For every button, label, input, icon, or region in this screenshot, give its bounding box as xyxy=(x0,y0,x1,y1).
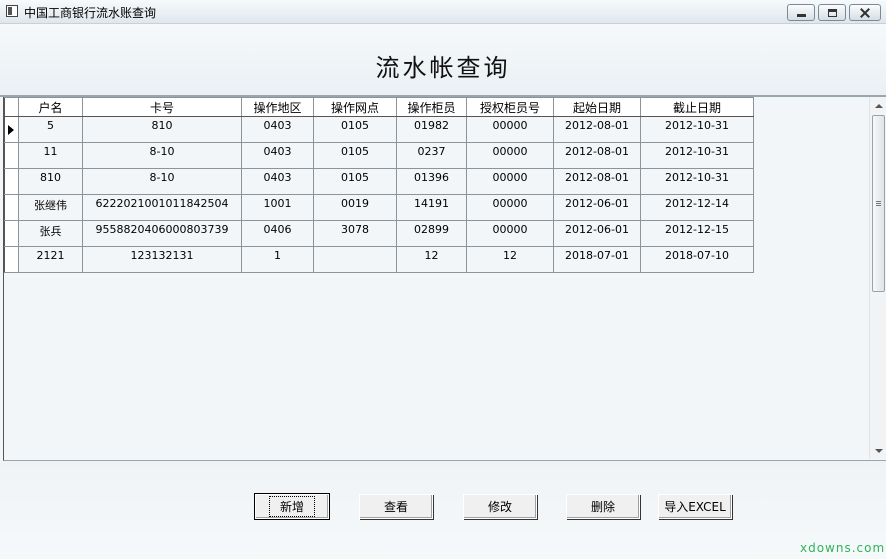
table-cell[interactable]: 810 xyxy=(18,168,83,195)
table-cell[interactable] xyxy=(313,246,397,273)
table-cell[interactable]: 2012-10-31 xyxy=(640,168,754,195)
close-button[interactable] xyxy=(849,4,881,21)
table-cell[interactable]: 00000 xyxy=(466,220,554,247)
table-cell[interactable]: 0406 xyxy=(241,220,314,247)
view-button[interactable]: 查看 xyxy=(359,494,433,519)
close-icon xyxy=(860,8,870,18)
table-cell[interactable]: 0105 xyxy=(313,168,397,195)
table-cell[interactable]: 00000 xyxy=(466,142,554,169)
table-cell[interactable]: 810 xyxy=(82,116,242,143)
maximize-button[interactable] xyxy=(818,4,846,21)
table-cell[interactable]: 9558820406000803739 xyxy=(82,220,242,247)
table-header-row: 户名 卡号 操作地区 操作网点 操作柜员 授权柜员号 起始日期 截止日期 xyxy=(4,97,754,117)
header-panel: 流水帐查询 xyxy=(0,24,886,97)
table-row[interactable]: 2121 123132131 1 12 12 2018-07-01 2018-0… xyxy=(4,246,754,273)
maximize-icon xyxy=(827,8,837,17)
edit-button[interactable]: 修改 xyxy=(463,494,537,519)
table-cell[interactable]: 02899 xyxy=(396,220,467,247)
table-cell[interactable]: 1 xyxy=(241,246,314,273)
import-excel-button[interactable]: 导入EXCEL xyxy=(658,494,732,519)
table-row[interactable]: 810 8-10 0403 0105 01396 00000 2012-08-0… xyxy=(4,168,754,195)
table-cell[interactable]: 5 xyxy=(18,116,83,143)
table-cell[interactable]: 2012-06-01 xyxy=(553,220,641,247)
table-cell[interactable]: 2012-12-14 xyxy=(640,194,754,221)
table-cell[interactable]: 张继伟 xyxy=(18,194,83,221)
column-header[interactable]: 截止日期 xyxy=(640,97,754,117)
add-button-label: 新增 xyxy=(268,496,315,517)
table-cell[interactable]: 2018-07-10 xyxy=(640,246,754,273)
row-selector[interactable] xyxy=(4,220,19,247)
add-button[interactable]: 新增 xyxy=(254,493,330,520)
button-panel: 新增 查看 修改 删除 导入EXCEL xdowns.com xyxy=(0,461,886,559)
table-cell[interactable]: 00000 xyxy=(466,194,554,221)
table-cell[interactable]: 12 xyxy=(466,246,554,273)
table-cell[interactable]: 2012-08-01 xyxy=(553,168,641,195)
table-cell[interactable]: 8-10 xyxy=(82,168,242,195)
app-icon xyxy=(6,5,18,17)
table-cell[interactable]: 0403 xyxy=(241,168,314,195)
table-cell[interactable]: 00000 xyxy=(466,116,554,143)
table-cell[interactable]: 张兵 xyxy=(18,220,83,247)
row-selector[interactable] xyxy=(4,116,19,143)
records-table: 户名 卡号 操作地区 操作网点 操作柜员 授权柜员号 起始日期 截止日期 5 8… xyxy=(4,97,754,273)
table-cell[interactable]: 0403 xyxy=(241,116,314,143)
table-cell[interactable]: 8-10 xyxy=(82,142,242,169)
table-row[interactable]: 张继伟 6222021001011842504 1001 0019 14191 … xyxy=(4,194,754,221)
table-cell[interactable]: 6222021001011842504 xyxy=(82,194,242,221)
column-header[interactable]: 操作柜员 xyxy=(396,97,467,117)
table-cell[interactable]: 0019 xyxy=(313,194,397,221)
row-selector[interactable] xyxy=(4,142,19,169)
arrow-up-icon xyxy=(874,103,883,108)
grip-icon xyxy=(876,201,881,206)
table-cell[interactable]: 2121 xyxy=(18,246,83,273)
watermark: xdowns.com xyxy=(800,541,886,555)
column-header[interactable]: 户名 xyxy=(18,97,83,117)
table-cell[interactable]: 14191 xyxy=(396,194,467,221)
minimize-button[interactable] xyxy=(787,4,815,21)
table-cell[interactable]: 12 xyxy=(396,246,467,273)
row-selector[interactable] xyxy=(4,168,19,195)
column-header[interactable]: 授权柜员号 xyxy=(466,97,554,117)
minimize-icon xyxy=(796,13,806,17)
table-row[interactable]: 11 8-10 0403 0105 0237 00000 2012-08-01 … xyxy=(4,142,754,169)
row-selector[interactable] xyxy=(4,194,19,221)
table-cell[interactable]: 0237 xyxy=(396,142,467,169)
window-title: 中国工商银行流水账查询 xyxy=(24,6,157,20)
table-cell[interactable]: 11 xyxy=(18,142,83,169)
table-row[interactable]: 5 810 0403 0105 01982 00000 2012-08-01 2… xyxy=(4,116,754,143)
scroll-down-button[interactable] xyxy=(870,442,886,459)
current-row-arrow-icon xyxy=(8,125,14,135)
table-cell[interactable]: 01982 xyxy=(396,116,467,143)
table-cell[interactable]: 2012-10-31 xyxy=(640,142,754,169)
table-cell[interactable]: 123132131 xyxy=(82,246,242,273)
table-cell[interactable]: 2018-07-01 xyxy=(553,246,641,273)
column-header[interactable]: 起始日期 xyxy=(553,97,641,117)
arrow-down-icon xyxy=(874,448,883,453)
table-cell[interactable]: 01396 xyxy=(396,168,467,195)
table-cell[interactable]: 0105 xyxy=(313,116,397,143)
column-header[interactable]: 卡号 xyxy=(82,97,242,117)
table-row[interactable]: 张兵 9558820406000803739 0406 3078 02899 0… xyxy=(4,220,754,247)
column-header[interactable]: 操作地区 xyxy=(241,97,314,117)
vertical-scrollbar[interactable] xyxy=(869,97,886,459)
table-cell[interactable]: 2012-10-31 xyxy=(640,116,754,143)
table-cell[interactable]: 2012-06-01 xyxy=(553,194,641,221)
table-cell[interactable]: 0403 xyxy=(241,142,314,169)
scrollbar-thumb[interactable] xyxy=(872,115,885,292)
scroll-up-button[interactable] xyxy=(870,97,886,114)
table-cell[interactable]: 2012-08-01 xyxy=(553,116,641,143)
row-selector[interactable] xyxy=(4,246,19,273)
column-header[interactable]: 操作网点 xyxy=(313,97,397,117)
table-cell[interactable]: 2012-12-15 xyxy=(640,220,754,247)
table-cell[interactable]: 3078 xyxy=(313,220,397,247)
table-cell[interactable]: 2012-08-01 xyxy=(553,142,641,169)
delete-button[interactable]: 删除 xyxy=(566,494,640,519)
page-title: 流水帐查询 xyxy=(375,54,511,82)
table-cell[interactable]: 1001 xyxy=(241,194,314,221)
row-header-corner xyxy=(4,97,19,117)
table-cell[interactable]: 00000 xyxy=(466,168,554,195)
data-grid[interactable]: 户名 卡号 操作地区 操作网点 操作柜员 授权柜员号 起始日期 截止日期 5 8… xyxy=(3,97,886,461)
title-bar: 中国工商银行流水账查询 xyxy=(0,0,886,24)
table-cell[interactable]: 0105 xyxy=(313,142,397,169)
